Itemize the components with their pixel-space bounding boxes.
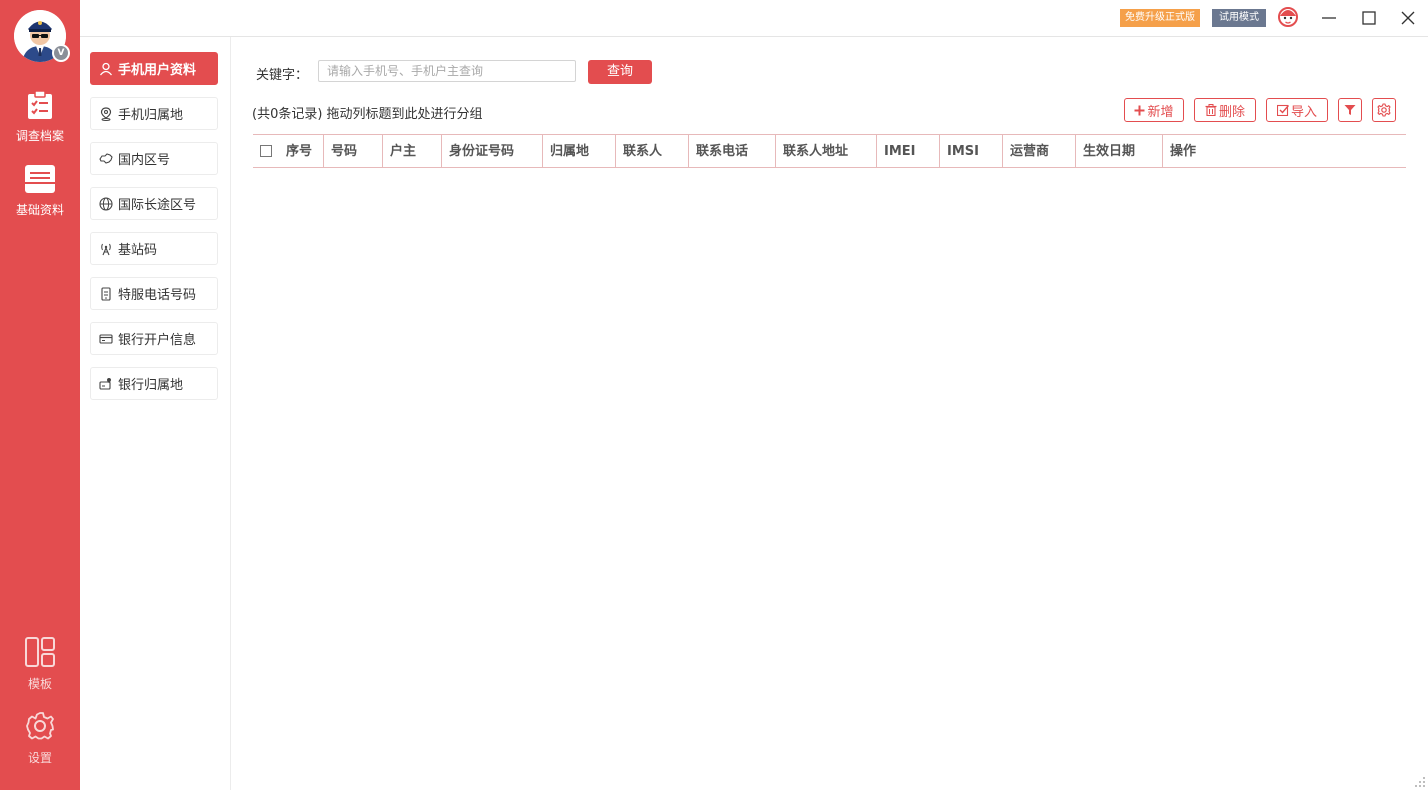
nav-label: 设置 (0, 749, 80, 766)
subnav-item-base-station-code[interactable]: 基站码 (90, 232, 218, 265)
nav-label: 基础资料 (0, 201, 80, 218)
column-header[interactable]: 运营商 (1003, 135, 1076, 167)
subnav-item-mobile-location[interactable]: 手机归属地 (90, 97, 218, 130)
record-count-group-hint: (共0条记录) 拖动列标题到此处进行分组 (252, 103, 483, 122)
column-settings-button[interactable] (1372, 98, 1396, 122)
title-bar: 免费升级正式版 试用模式 (80, 0, 1428, 37)
settings-gear-icon (1377, 103, 1391, 117)
filter-button[interactable] (1338, 98, 1362, 122)
nav-investigation-files[interactable]: 调查档案 (0, 90, 80, 144)
nav-templates[interactable]: 模板 (0, 636, 80, 692)
delete-button-label: 删除 (1219, 101, 1245, 120)
antenna-icon (99, 242, 113, 256)
keyword-label: 关键字： (256, 64, 308, 83)
subnav-item-label: 银行开户信息 (118, 329, 196, 348)
delete-button[interactable]: 删除 (1194, 98, 1256, 122)
subnav-item-special-service-numbers[interactable]: 特服电话号码 (90, 277, 218, 310)
column-header[interactable]: 生效日期 (1076, 135, 1163, 167)
column-header[interactable]: 身份证号码 (442, 135, 543, 167)
column-header[interactable]: IMSI (940, 135, 1003, 167)
subnav-item-label: 国内区号 (118, 149, 170, 168)
add-button[interactable]: 新增 (1124, 98, 1184, 122)
filter-icon (1344, 104, 1356, 116)
select-all-checkbox[interactable] (260, 145, 272, 157)
query-button[interactable]: 查询 (588, 60, 652, 84)
subnav-item-label: 基站码 (118, 239, 157, 258)
subnav-item-label: 国际长途区号 (118, 194, 196, 213)
user-icon (99, 62, 113, 76)
bank-location-icon (99, 377, 113, 391)
column-header[interactable]: 序号 (279, 135, 324, 167)
column-header[interactable]: 联系人 (616, 135, 689, 167)
upgrade-badge[interactable]: 免费升级正式版 (1120, 9, 1200, 27)
trash-icon (1205, 104, 1217, 116)
layout-grid-icon (24, 636, 56, 668)
column-header[interactable]: 操作 (1163, 135, 1263, 167)
resize-grip-icon[interactable] (1414, 776, 1426, 788)
add-button-label: 新增 (1147, 101, 1173, 120)
column-header[interactable]: 联系人地址 (776, 135, 877, 167)
nav-settings[interactable]: 设置 (0, 710, 80, 766)
maximize-icon[interactable] (1359, 8, 1379, 28)
china-map-icon (99, 152, 113, 166)
data-table-header: 序号 号码 户主 身份证号码 归属地 联系人 联系电话 联系人地址 IMEI I… (253, 134, 1406, 168)
clipboard-checklist-icon (26, 90, 54, 120)
nav-label: 调查档案 (0, 127, 80, 144)
location-pin-icon (99, 107, 113, 121)
main-sidebar: V 调查档案 基础资料 模板 (0, 0, 80, 790)
close-icon[interactable] (1398, 8, 1418, 28)
trial-mode-badge[interactable]: 试用模式 (1212, 9, 1266, 27)
basic-data-subnav: 手机用户资料 手机归属地 国内区号 国际长途区号 基站码 特服电话号码 银行 (80, 37, 231, 790)
subnav-item-label: 手机归属地 (118, 104, 183, 123)
globe-icon (99, 197, 113, 211)
phone-card-icon (99, 287, 113, 301)
subnav-item-international-area-code[interactable]: 国际长途区号 (90, 187, 218, 220)
import-check-icon (1277, 104, 1289, 116)
import-button[interactable]: 导入 (1266, 98, 1328, 122)
subnav-item-domestic-area-code[interactable]: 国内区号 (90, 142, 218, 175)
minimize-icon[interactable] (1319, 8, 1339, 28)
gear-icon (24, 710, 56, 742)
vip-badge: V (52, 44, 70, 62)
keyword-search-input[interactable] (318, 60, 576, 82)
column-header[interactable]: IMEI (877, 135, 940, 167)
subnav-item-bank-location[interactable]: 银行归属地 (90, 367, 218, 400)
subnav-item-label: 手机用户资料 (118, 59, 196, 78)
customer-service-icon[interactable] (1276, 5, 1300, 29)
bank-card-icon (99, 332, 113, 346)
plus-icon (1134, 105, 1145, 116)
nav-basic-data[interactable]: 基础资料 (0, 164, 80, 218)
column-header[interactable]: 号码 (324, 135, 383, 167)
subnav-item-label: 特服电话号码 (118, 284, 196, 303)
subnav-item-label: 银行归属地 (118, 374, 183, 393)
stack-tray-icon (24, 164, 56, 194)
subnav-item-mobile-user-data[interactable]: 手机用户资料 (90, 52, 218, 85)
column-header[interactable]: 联系电话 (689, 135, 776, 167)
import-button-label: 导入 (1291, 101, 1317, 120)
nav-label: 模板 (0, 675, 80, 692)
subnav-item-bank-account-info[interactable]: 银行开户信息 (90, 322, 218, 355)
column-header[interactable]: 归属地 (543, 135, 616, 167)
column-header[interactable]: 户主 (383, 135, 442, 167)
